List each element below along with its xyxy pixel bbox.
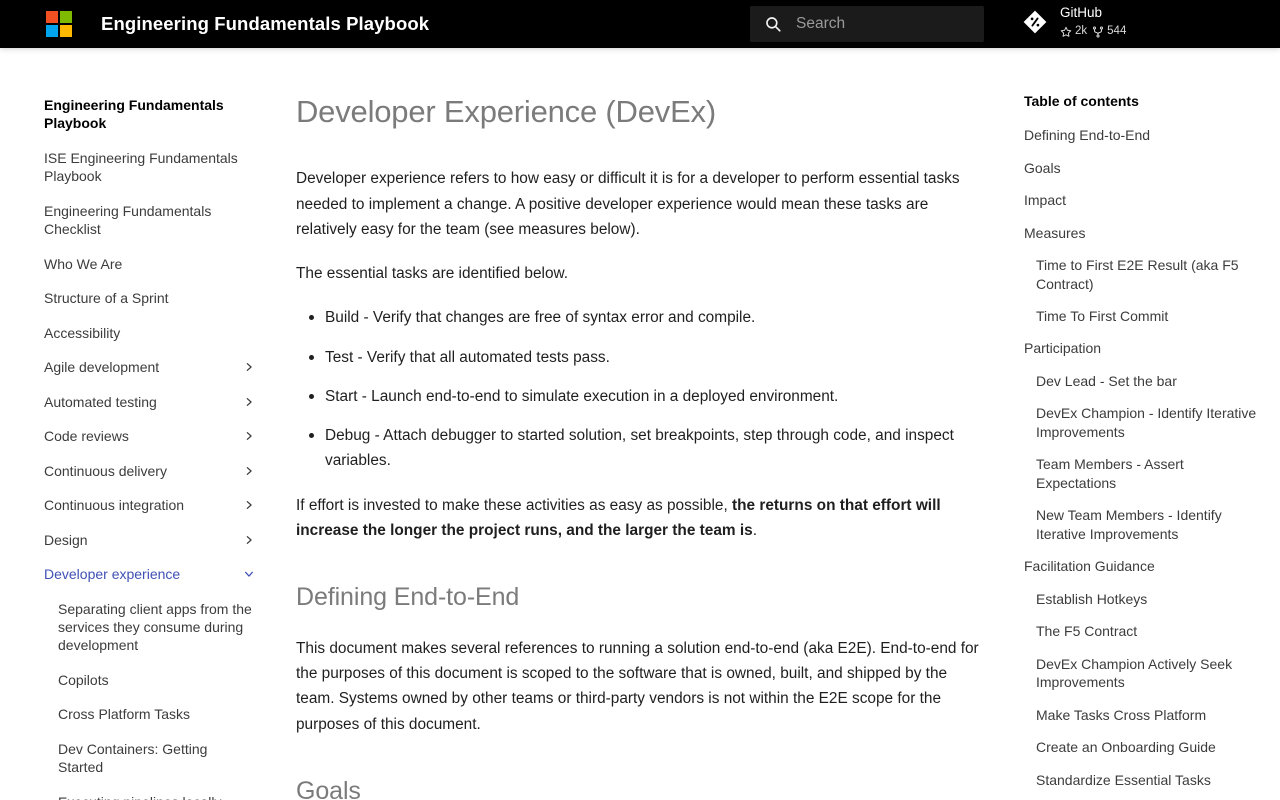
repo-stars: 2k [1060, 24, 1088, 38]
sidebar-item-label: Continuous delivery [44, 462, 167, 479]
sidebar-item-engineering-fundamentals-checklist[interactable]: Engineering Fundamentals Checklist [0, 202, 282, 239]
essential-task-item: Test - Verify that all automated tests p… [309, 345, 982, 370]
toc-item[interactable]: Participation [1024, 339, 1260, 357]
toc-item[interactable]: Measures [1024, 224, 1260, 242]
primary-navigation: Engineering Fundamentals Playbook ISE En… [0, 48, 282, 800]
article-content: Developer Experience (DevEx) Developer e… [282, 48, 1010, 800]
search-icon [766, 17, 781, 32]
sidebar-item-label: Structure of a Sprint [44, 290, 169, 307]
toc-title: Table of contents [1024, 93, 1139, 109]
sidebar-item-label: Design [44, 531, 88, 548]
sidebar-item-ise-engineering-fundamentals-playbook[interactable]: ISE Engineering Fundamentals Playbook [0, 149, 282, 186]
sidebar-item-continuous-delivery[interactable]: Continuous delivery [0, 462, 282, 480]
sidebar-item-structure-of-a-sprint[interactable]: Structure of a Sprint [0, 289, 282, 307]
toc-item[interactable]: Team Members - Assert Expectations [1024, 455, 1260, 492]
repo-forks-count: 544 [1107, 24, 1127, 37]
sidebar-item-label: Accessibility [44, 324, 121, 341]
search-input[interactable] [796, 15, 996, 33]
sidebar-item-label: Continuous integration [44, 497, 185, 514]
sidebar-item-code-reviews[interactable]: Code reviews [0, 427, 282, 445]
chevron-right-icon[interactable] [242, 393, 256, 411]
heading-defining-end-to-end: Defining End-to-End [296, 583, 520, 612]
effort-paragraph: If effort is invested to make these acti… [296, 493, 982, 544]
microsoft-logo[interactable] [46, 11, 72, 37]
repo-stars-count: 2k [1075, 24, 1088, 37]
toc-item[interactable]: Make Tasks Cross Platform [1024, 706, 1260, 724]
site-title[interactable]: Engineering Fundamentals Playbook [101, 13, 429, 35]
sidebar-item-accessibility[interactable]: Accessibility [0, 324, 282, 342]
toc-item[interactable]: Establish Hotkeys [1024, 590, 1260, 608]
effort-text-suffix: . [752, 521, 757, 539]
sidebar-item-continuous-integration[interactable]: Continuous integration [0, 496, 282, 514]
chevron-right-icon[interactable] [242, 496, 256, 514]
chevron-right-icon[interactable] [242, 462, 256, 480]
toc-item[interactable]: DevEx Champion - Identify Iterative Impr… [1024, 404, 1260, 441]
toc-item[interactable]: Defining End-to-End [1024, 126, 1260, 144]
page-title: Developer Experience (DevEx) [296, 94, 716, 129]
essential-tasks-list: Build - Verify that changes are free of … [296, 305, 982, 473]
page-body: Engineering Fundamentals Playbook ISE En… [0, 48, 1280, 800]
chevron-down-icon[interactable] [242, 565, 256, 583]
sidebar-item-label: Engineering Fundamentals Checklist [44, 202, 212, 238]
fork-icon [1093, 25, 1104, 38]
git-repository-icon [1023, 10, 1047, 34]
sidebar-subitem[interactable]: Executing pipelines locally [0, 793, 282, 800]
sidebar-subitem[interactable]: Cross Platform Tasks [0, 705, 282, 723]
tasks-lead-paragraph: The essential tasks are identified below… [296, 265, 569, 283]
essential-task-item: Build - Verify that changes are free of … [309, 305, 982, 330]
sidebar-item-label: Who We Are [44, 255, 123, 272]
toc-item[interactable]: Impact [1024, 191, 1260, 209]
heading-goals: Goals [296, 776, 361, 800]
github-repo-link[interactable]: GitHub 2k 544 [1022, 6, 1126, 38]
sidebar-item-label: ISE Engineering Fundamentals Playbook [44, 149, 238, 185]
chevron-right-icon[interactable] [242, 427, 256, 445]
sidebar-item-agile-development[interactable]: Agile development [0, 358, 282, 376]
nav-site-title: Engineering Fundamentals Playbook [44, 97, 224, 132]
toc-item[interactable]: Standardize Essential Tasks [1024, 771, 1260, 789]
site-header: Engineering Fundamentals Playbook GitHub… [0, 0, 1280, 48]
toc-item[interactable]: Goals [1024, 159, 1260, 177]
logo-square-yellow [60, 25, 72, 37]
essential-task-item: Debug - Attach debugger to started solut… [309, 423, 982, 474]
toc-list: Defining End-to-End Goals Impact Measures Ti… [1024, 126, 1260, 800]
intro-paragraph: Developer experience refers to how easy … [296, 170, 960, 238]
chevron-right-icon[interactable] [242, 358, 256, 376]
table-of-contents: Table of contents Defining End-to-End Goa… [1010, 48, 1280, 800]
toc-item[interactable]: Time To First Commit [1024, 307, 1260, 325]
sidebar-subitem[interactable]: Dev Containers: Getting Started [0, 740, 282, 777]
sidebar-item-who-we-are[interactable]: Who We Are [0, 255, 282, 273]
toc-item[interactable]: The F5 Contract [1024, 622, 1260, 640]
logo-square-red [46, 11, 58, 23]
toc-item[interactable]: New Team Members - Identify Iterative Im… [1024, 506, 1260, 543]
nav-list: ISE Engineering Fundamentals Playbook Eng… [0, 149, 282, 800]
toc-item[interactable]: DevEx Champion Actively Seek Improvement… [1024, 655, 1260, 692]
search-box[interactable] [750, 6, 996, 42]
sidebar-item-label: Agile development [44, 359, 160, 376]
sidebar-item-label: Code reviews [44, 428, 129, 445]
logo-square-blue [46, 25, 58, 37]
sidebar-item-design[interactable]: Design [0, 531, 282, 549]
effort-text-prefix: If effort is invested to make these acti… [296, 496, 732, 514]
toc-item[interactable]: Dev Lead - Set the bar [1024, 372, 1260, 390]
sidebar-item-automated-testing[interactable]: Automated testing [0, 393, 282, 411]
repo-forks: 544 [1092, 24, 1127, 38]
toc-item[interactable]: Facilitation Guidance [1024, 557, 1260, 575]
essential-task-item: Start - Launch end-to-end to simulate ex… [309, 384, 982, 409]
sidebar-item-label: Developer experience [44, 566, 181, 583]
toc-item[interactable]: Create an Onboarding Guide [1024, 738, 1260, 756]
chevron-right-icon[interactable] [242, 531, 256, 549]
toc-item[interactable]: Time to First E2E Result (aka F5 Contrac… [1024, 256, 1260, 293]
defining-paragraph: This document makes several references t… [296, 639, 979, 733]
logo-square-green [60, 11, 72, 23]
star-icon [1060, 26, 1072, 37]
sidebar-item-label: Automated testing [44, 393, 157, 410]
sidebar-subitem[interactable]: Copilots [0, 671, 282, 689]
sidebar-item-developer-experience[interactable]: Developer experience [0, 565, 282, 583]
sidebar-subitem[interactable]: Separating client apps from the services… [0, 600, 282, 655]
repo-name: GitHub [1060, 5, 1103, 20]
